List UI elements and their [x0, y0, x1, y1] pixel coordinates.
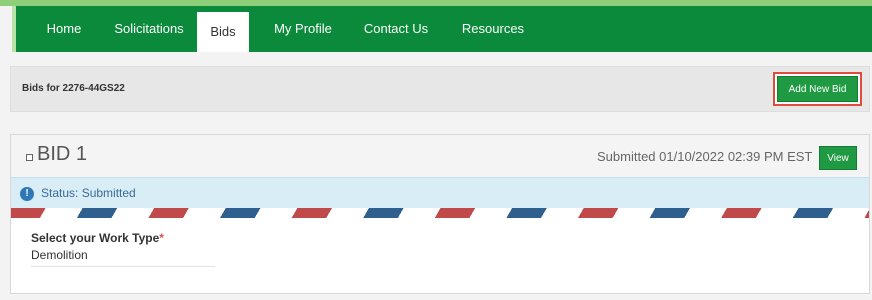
submitted-timestamp: Submitted 01/10/2022 02:39 PM EST: [597, 149, 813, 164]
nav-contact-us[interactable]: Contact Us: [356, 6, 436, 52]
work-type-label-text: Select your Work Type: [31, 231, 160, 245]
work-type-underline: [31, 266, 215, 267]
nav-solicitations[interactable]: Solicitations: [104, 6, 194, 52]
add-new-bid-highlight: Add New Bid: [773, 72, 862, 106]
status-banner: ! Status: Submitted: [11, 177, 869, 209]
bid-card-header: BID 1 Submitted 01/10/2022 02:39 PM EST …: [11, 135, 869, 177]
required-marker: *: [159, 231, 164, 245]
work-type-label: Select your Work Type*: [31, 231, 164, 245]
nav-my-profile[interactable]: My Profile: [263, 6, 343, 52]
bid-title: BID 1: [37, 143, 88, 165]
status-text: Status: Submitted: [41, 186, 136, 200]
bids-header-bar: Bids for 2276-44GS22 Add New Bid: [10, 66, 870, 112]
bid-card: BID 1 Submitted 01/10/2022 02:39 PM EST …: [10, 134, 870, 294]
add-new-bid-button[interactable]: Add New Bid: [777, 76, 858, 102]
airmail-stripe-divider: [11, 208, 869, 218]
nav-home[interactable]: Home: [38, 6, 90, 52]
collapse-square-icon[interactable]: [26, 154, 33, 161]
nav-resources[interactable]: Resources: [453, 6, 533, 52]
work-type-value: Demolition: [31, 248, 88, 262]
main-navigation: Home Solicitations Bids My Profile Conta…: [12, 6, 872, 52]
view-bid-button[interactable]: View: [819, 146, 857, 170]
nav-bids[interactable]: Bids: [197, 12, 249, 52]
info-icon: !: [20, 187, 34, 201]
bids-title: Bids for 2276-44GS22: [22, 83, 125, 94]
